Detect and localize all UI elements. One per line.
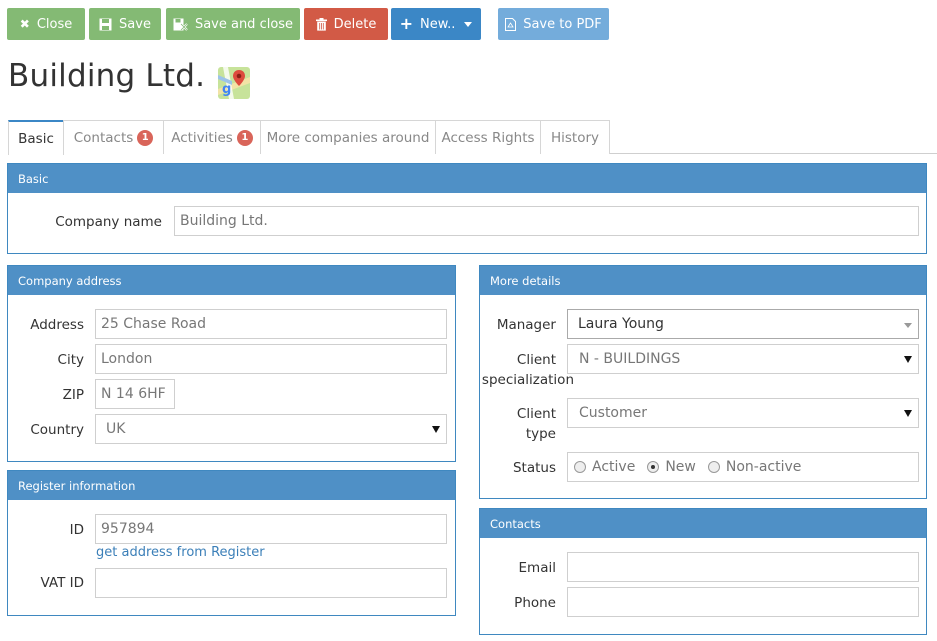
- trash-icon: [315, 17, 327, 31]
- status-option-new-label: New: [665, 459, 696, 475]
- svg-text:g: g: [222, 82, 231, 97]
- tab-basic-label: Basic: [18, 130, 54, 147]
- country-label: Country: [30, 422, 84, 438]
- status-option-active-label: Active: [592, 459, 636, 475]
- address-label: Address: [30, 317, 84, 333]
- vat-id-label: VAT ID: [40, 575, 84, 591]
- zip-label: ZIP: [62, 387, 84, 403]
- tab-contacts[interactable]: Contacts 1: [63, 120, 164, 154]
- radio-icon: [574, 461, 586, 473]
- manager-select-value: Laura Young: [578, 316, 664, 332]
- company-name-label: Company name: [55, 214, 162, 230]
- city-input[interactable]: London: [95, 344, 447, 374]
- save-to-pdf-button[interactable]: Save to PDF: [498, 8, 609, 40]
- new-button-label: New..: [419, 16, 456, 32]
- delete-button[interactable]: Delete: [304, 8, 388, 40]
- status-option-non-active-label: Non-active: [725, 459, 802, 475]
- new-dropdown-button[interactable]: + New..: [391, 8, 481, 40]
- status-option-new[interactable]: New: [647, 459, 696, 475]
- vat-id-input[interactable]: [95, 568, 447, 598]
- select-arrow-icon: [432, 426, 440, 433]
- city-label: City: [57, 352, 84, 368]
- client-type-select[interactable]: Customer: [567, 398, 919, 428]
- save-and-close-button[interactable]: Save and close: [166, 8, 300, 40]
- contacts-panel-header: Contacts: [480, 509, 926, 538]
- country-select[interactable]: UK: [95, 414, 447, 444]
- country-select-value: UK: [106, 421, 126, 437]
- tab-basic[interactable]: Basic: [8, 120, 64, 155]
- client-specialization-value: N - BUILDINGS: [579, 351, 681, 367]
- email-input[interactable]: [567, 552, 919, 582]
- manager-label: Manager: [496, 317, 556, 333]
- address-input[interactable]: 25 Chase Road: [95, 309, 447, 339]
- zip-input[interactable]: N 14 6HF: [95, 379, 175, 409]
- pdf-file-icon: [505, 17, 517, 31]
- tab-access-rights-label: Access Rights: [441, 129, 535, 146]
- select-arrow-icon: [904, 410, 912, 417]
- save-to-pdf-label: Save to PDF: [523, 16, 602, 32]
- select-arrow-icon: [904, 323, 912, 328]
- client-type-value: Customer: [579, 405, 648, 421]
- company-name-input[interactable]: Building Ltd.: [174, 206, 919, 236]
- save-button-label: Save: [119, 16, 151, 32]
- google-maps-icon[interactable]: g: [218, 67, 250, 99]
- save-and-close-label: Save and close: [194, 16, 294, 32]
- status-option-active[interactable]: Active: [574, 459, 635, 475]
- phone-input[interactable]: [567, 587, 919, 617]
- close-button-label: Close: [36, 16, 73, 32]
- tab-contacts-label: Contacts: [73, 129, 134, 146]
- caret-down-icon: [464, 21, 473, 27]
- phone-label: Phone: [514, 595, 556, 611]
- tab-access-rights[interactable]: Access Rights: [435, 120, 541, 154]
- status-label: Status: [512, 460, 556, 476]
- id-input[interactable]: 957894: [95, 514, 447, 544]
- status-radio-group: Active New Non-active: [567, 452, 919, 482]
- client-specialization-label-line1: Client: [516, 352, 556, 368]
- radio-icon: [707, 461, 720, 473]
- register-information-header: Register information: [8, 471, 455, 500]
- tab-more-companies-label: More companies around: [266, 129, 430, 146]
- activities-count-badge: 1: [236, 129, 253, 146]
- page-title: Building Ltd.: [8, 58, 206, 94]
- company-address-header: Company address: [8, 266, 455, 295]
- delete-button-label: Delete: [333, 16, 377, 32]
- floppy-icon: [99, 18, 112, 30]
- tab-history-label: History: [550, 129, 600, 146]
- tab-activities[interactable]: Activities 1: [163, 120, 261, 154]
- email-label: Email: [518, 560, 556, 576]
- close-button[interactable]: ✖ Close: [7, 8, 85, 40]
- client-specialization-label-line2: specialization: [481, 372, 574, 388]
- basic-panel-header: Basic: [8, 164, 926, 193]
- tab-more-companies-around[interactable]: More companies around: [260, 120, 436, 154]
- save-close-icon: [173, 18, 188, 31]
- client-type-label-line2: type: [525, 426, 556, 442]
- id-label: ID: [69, 522, 84, 538]
- more-details-header: More details: [480, 266, 926, 295]
- tab-history[interactable]: History: [540, 120, 610, 154]
- tab-activities-label: Activities: [171, 129, 233, 146]
- radio-checked-icon: [647, 461, 660, 473]
- save-button[interactable]: Save: [89, 8, 161, 40]
- client-type-label-line1: Client: [516, 406, 556, 422]
- select-arrow-icon: [904, 356, 912, 363]
- client-specialization-select[interactable]: N - BUILDINGS: [567, 344, 919, 374]
- manager-select[interactable]: Laura Young: [567, 309, 919, 339]
- get-address-from-register-link[interactable]: get address from Register: [96, 545, 265, 560]
- close-icon: ✖: [19, 17, 30, 31]
- plus-icon: +: [399, 14, 413, 33]
- status-option-non-active[interactable]: Non-active: [707, 459, 802, 475]
- contacts-count-badge: 1: [137, 129, 154, 146]
